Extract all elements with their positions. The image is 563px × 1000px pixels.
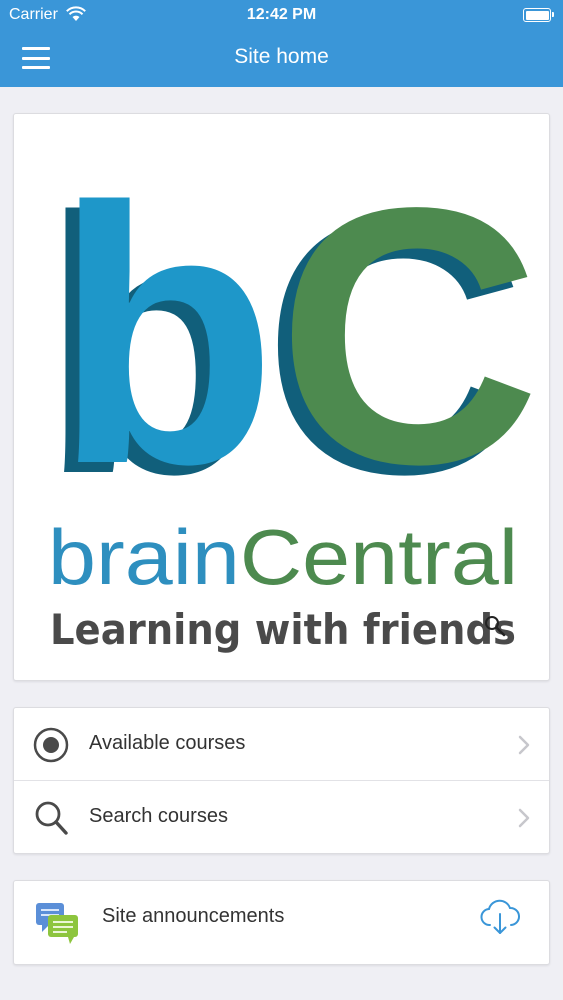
- site-announcements-label: Site announcements: [102, 905, 285, 927]
- course-menu-list: Available courses Search courses: [13, 707, 550, 854]
- brand-name-part2: Central: [240, 513, 518, 601]
- status-bar: Carrier 12:42 PM: [0, 0, 563, 30]
- brand-name: brain Central: [48, 513, 518, 601]
- available-courses-label: Available courses: [89, 732, 246, 754]
- site-announcements-item[interactable]: Site announcements: [13, 880, 550, 965]
- available-courses-item[interactable]: Available courses: [14, 708, 549, 781]
- logo-letter-b: b: [54, 133, 277, 540]
- search-icon: [35, 801, 68, 835]
- logo-letters: bC: [54, 133, 541, 540]
- brand-name-part1: brain: [48, 513, 240, 601]
- chevron-right-icon: [518, 735, 530, 755]
- search-courses-label: Search courses: [89, 805, 228, 827]
- brain-central-logo: bC bC brain Central Learning with friends: [40, 133, 541, 654]
- battery-icon: [523, 8, 554, 22]
- page-title: Site home: [234, 45, 329, 68]
- chat-bubbles-icon: [36, 903, 78, 944]
- chevron-right-icon: [518, 808, 530, 828]
- navbar: Site home: [0, 30, 563, 87]
- tagline: Learning with friends: [50, 605, 516, 654]
- app-root: Carrier 12:42 PM Site home bC bC brain C…: [0, 0, 563, 1000]
- logo-letter-c: C: [277, 133, 541, 540]
- radio-target-icon: [33, 727, 69, 763]
- top-bar: Carrier 12:42 PM Site home: [0, 0, 563, 87]
- cloud-download-icon[interactable]: [479, 899, 521, 937]
- site-logo-card: bC bC brain Central Learning with friends: [13, 113, 550, 681]
- search-courses-item[interactable]: Search courses: [14, 781, 549, 854]
- status-time: 12:42 PM: [246, 6, 317, 23]
